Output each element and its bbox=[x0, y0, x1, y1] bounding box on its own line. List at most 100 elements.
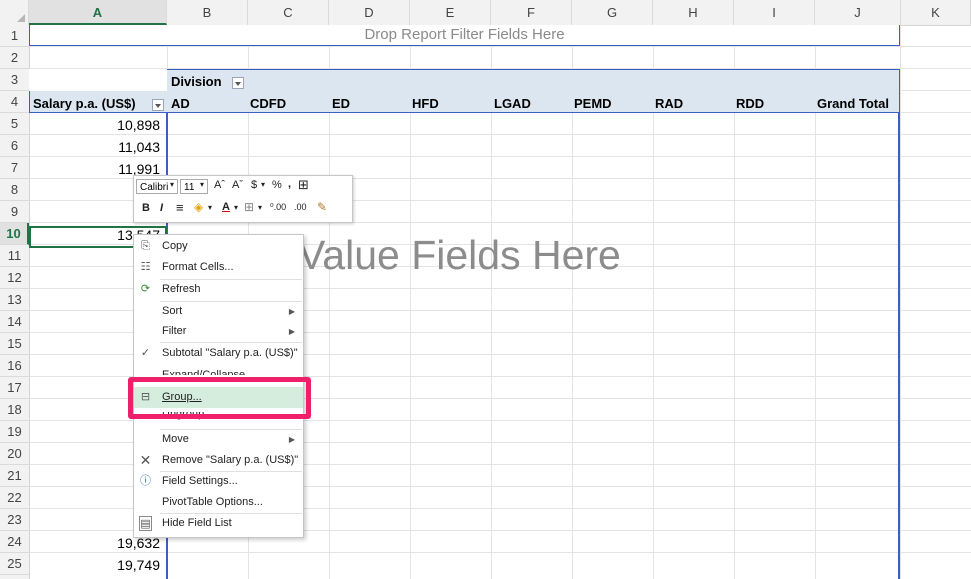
column-field-dropdown[interactable] bbox=[232, 77, 244, 89]
row-header[interactable]: 17 bbox=[0, 377, 29, 399]
chevron-down-icon[interactable]: ▾ bbox=[261, 180, 265, 189]
menu-item-refresh[interactable]: ⟳ Refresh bbox=[134, 279, 303, 300]
row-field-label: Salary p.a. (US$) bbox=[33, 96, 136, 111]
menu-item-subtotal[interactable]: ✓ Subtotal "Salary p.a. (US$)" bbox=[134, 343, 303, 364]
row-header[interactable]: 19 bbox=[0, 421, 29, 443]
menu-item-sort[interactable]: Sort ▶ bbox=[134, 301, 303, 322]
italic-button[interactable]: I bbox=[160, 202, 163, 214]
checkmark-icon: ✓ bbox=[140, 347, 151, 359]
row-header[interactable]: 16 bbox=[0, 355, 29, 377]
submenu-arrow-icon: ▶ bbox=[288, 435, 295, 444]
column-header-f[interactable]: F bbox=[491, 0, 572, 25]
format-painter-icon[interactable]: ✎ bbox=[317, 200, 327, 214]
division-header: ED bbox=[332, 96, 351, 111]
row-header-selected[interactable]: 10 bbox=[0, 223, 29, 245]
decrease-decimal-button[interactable]: .00 bbox=[294, 202, 307, 212]
division-header: AD bbox=[171, 96, 190, 111]
menu-item-move[interactable]: Move ▶ bbox=[134, 429, 303, 450]
column-field-label: Division bbox=[171, 74, 222, 89]
close-icon: ✕ bbox=[139, 452, 152, 468]
row-header[interactable]: 13 bbox=[0, 289, 29, 311]
division-header: HFD bbox=[412, 96, 439, 111]
column-header-c[interactable]: C bbox=[248, 0, 329, 25]
increase-decimal-button[interactable]: ⁰.00 bbox=[270, 202, 286, 213]
row-header[interactable]: 6 bbox=[0, 135, 29, 157]
row-header[interactable]: 18 bbox=[0, 399, 29, 421]
submenu-arrow-icon: ▶ bbox=[288, 307, 295, 316]
column-header-bar: A B C D E F G H I J K bbox=[0, 0, 971, 26]
salary-cell[interactable]: 19,749 bbox=[30, 557, 160, 573]
row-header[interactable]: 5 bbox=[0, 113, 29, 135]
column-header-g[interactable]: G bbox=[572, 0, 653, 25]
division-header: PEMD bbox=[574, 96, 612, 111]
row-header[interactable]: 11 bbox=[0, 245, 29, 267]
fill-color-icon[interactable]: ◈ bbox=[194, 200, 203, 214]
row-header[interactable]: 21 bbox=[0, 465, 29, 487]
chevron-down-icon[interactable]: ▾ bbox=[170, 180, 174, 189]
row-header[interactable]: 12 bbox=[0, 267, 29, 289]
copy-icon: ⎘ bbox=[141, 240, 150, 252]
column-header-d[interactable]: D bbox=[329, 0, 410, 25]
bold-button[interactable]: B bbox=[142, 202, 150, 214]
row-header[interactable]: 23 bbox=[0, 509, 29, 531]
row-header-bar: 1 2 3 4 5 6 7 8 9 10 11 12 13 14 15 16 1… bbox=[0, 25, 30, 579]
column-header-k[interactable]: K bbox=[901, 0, 971, 25]
align-center-button[interactable]: ≡ bbox=[176, 200, 184, 215]
menu-item-pivot-options[interactable]: PivotTable Options... bbox=[134, 492, 303, 513]
column-header-a[interactable]: A bbox=[29, 0, 167, 25]
row-header[interactable]: 20 bbox=[0, 443, 29, 465]
borders-icon[interactable]: ⊞ bbox=[244, 200, 254, 214]
menu-item-field-settings[interactable]: ⓘ Field Settings... bbox=[134, 471, 303, 492]
row-header[interactable]: 25 bbox=[0, 553, 29, 575]
row-header[interactable]: 4 bbox=[0, 91, 29, 113]
menu-item-expand-collapse[interactable]: Expand/Collapse bbox=[134, 365, 303, 375]
menu-item-filter[interactable]: Filter ▶ bbox=[134, 321, 303, 342]
select-all-corner[interactable] bbox=[0, 0, 29, 25]
grand-total-header: Grand Total bbox=[817, 96, 889, 111]
format-table-icon[interactable]: ⊞ bbox=[298, 177, 309, 193]
row-header[interactable]: 15 bbox=[0, 333, 29, 355]
column-header-j[interactable]: J bbox=[815, 0, 901, 25]
row-header[interactable]: 1 bbox=[0, 25, 29, 47]
division-header: RAD bbox=[655, 96, 684, 111]
chevron-down-icon[interactable]: ▾ bbox=[258, 203, 262, 212]
division-header: CDFD bbox=[250, 96, 287, 111]
row-header[interactable]: 9 bbox=[0, 201, 29, 223]
division-header: LGAD bbox=[494, 96, 531, 111]
field-list-icon: ▤ bbox=[139, 516, 152, 531]
font-color-icon[interactable]: A bbox=[222, 201, 230, 213]
row-header[interactable]: 2 bbox=[0, 47, 29, 69]
column-header-e[interactable]: E bbox=[410, 0, 491, 25]
chevron-down-icon[interactable]: ▾ bbox=[200, 180, 204, 189]
report-filter-drop-zone[interactable]: Drop Report Filter Fields Here bbox=[29, 25, 900, 46]
field-settings-icon: ⓘ bbox=[140, 475, 151, 487]
chevron-down-icon[interactable]: ▾ bbox=[208, 203, 212, 212]
column-header-h[interactable]: H bbox=[653, 0, 734, 25]
row-header[interactable]: 14 bbox=[0, 311, 29, 333]
percent-button[interactable]: % bbox=[272, 179, 282, 191]
row-header[interactable]: 22 bbox=[0, 487, 29, 509]
values-drop-zone-text: Value Fields Here bbox=[298, 232, 621, 278]
row-header[interactable]: 3 bbox=[0, 69, 29, 91]
division-header: RDD bbox=[736, 96, 765, 111]
row-header[interactable]: 7 bbox=[0, 157, 29, 179]
row-header[interactable]: 8 bbox=[0, 179, 29, 201]
salary-cell[interactable]: 10,898 bbox=[30, 117, 160, 133]
column-header-i[interactable]: I bbox=[734, 0, 815, 25]
chevron-down-icon[interactable]: ▾ bbox=[234, 203, 238, 212]
decrease-font-size-button[interactable]: Aˇ bbox=[232, 179, 243, 191]
row-field-dropdown[interactable] bbox=[152, 99, 164, 111]
menu-item-remove[interactable]: ✕ Remove "Salary p.a. (US$)" bbox=[134, 450, 303, 471]
pivot-corner-blank bbox=[29, 69, 167, 91]
mini-toolbar: Calibri ▾ 11 ▾ Aˆ Aˇ $ ▾ % , ⊞ B I ≡ ◈ ▾… bbox=[133, 175, 353, 223]
currency-button[interactable]: $ bbox=[251, 179, 257, 191]
menu-item-copy[interactable]: ⎘ Copy bbox=[134, 236, 303, 257]
submenu-arrow-icon: ▶ bbox=[288, 327, 295, 336]
comma-style-button[interactable]: , bbox=[288, 178, 291, 190]
column-header-b[interactable]: B bbox=[167, 0, 248, 25]
salary-cell[interactable]: 11,043 bbox=[30, 139, 160, 155]
menu-item-hide-field-list[interactable]: ▤ Hide Field List bbox=[134, 513, 303, 534]
menu-item-format-cells[interactable]: ☷ Format Cells... bbox=[134, 257, 303, 278]
increase-font-size-button[interactable]: Aˆ bbox=[214, 179, 225, 191]
row-header[interactable]: 24 bbox=[0, 531, 29, 553]
